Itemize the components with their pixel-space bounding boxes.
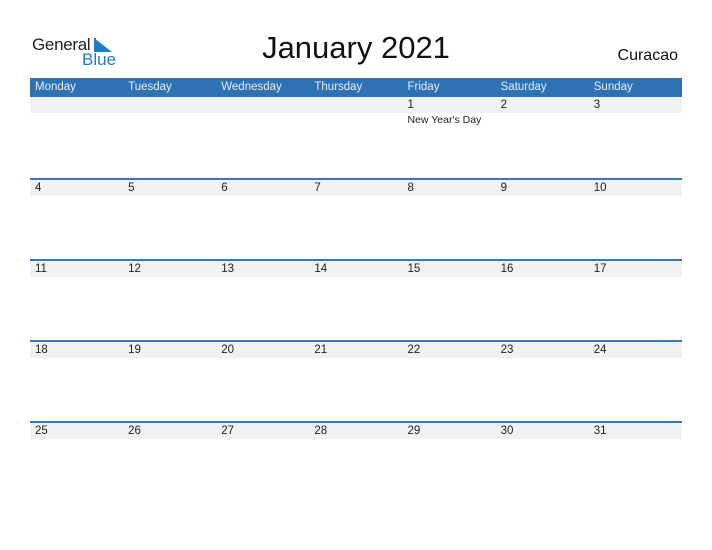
day-number: 8 (407, 182, 414, 194)
day-event (30, 113, 123, 127)
day-number: 4 (35, 182, 42, 194)
day-number: 12 (128, 263, 141, 275)
day-number: 10 (593, 182, 607, 194)
day-number: 11 (35, 263, 47, 275)
date-band: 18 19 20 21 22 23 24 (30, 342, 682, 358)
day-number: 20 (221, 344, 235, 356)
day-number: 27 (221, 425, 235, 437)
day-number: 6 (221, 182, 228, 194)
day-number: 23 (500, 344, 514, 356)
day-number: 30 (500, 425, 514, 437)
week-row: 1 2 3 New Year's Day (30, 97, 682, 178)
day-number: 16 (500, 263, 514, 275)
day-number: 24 (593, 344, 607, 356)
weekday-tuesday: Tuesday (128, 81, 172, 93)
day-number: 9 (500, 182, 508, 194)
day-number: 14 (314, 263, 328, 275)
weekday-thursday: Thursday (314, 81, 363, 93)
week-row: 4 5 6 7 8 9 10 (30, 178, 682, 259)
day-number: 22 (407, 344, 421, 356)
day-number: 29 (407, 425, 421, 437)
day-number: 5 (128, 182, 135, 194)
day-number: 17 (593, 263, 607, 275)
day-event: New Year's Day (407, 114, 482, 126)
day-number: 1 (407, 99, 414, 111)
day-number (123, 97, 216, 113)
weeks-container: 1 2 3 New Year's Day 4 5 6 7 8 9 10 11 12 13 14 15 16 17 1… (30, 97, 682, 502)
weekday-friday: Friday (407, 81, 440, 93)
day-number: 19 (128, 344, 141, 356)
weekday-saturday: Saturday (500, 81, 547, 93)
day-number: 31 (593, 425, 607, 437)
day-number: 28 (314, 425, 328, 437)
week-row: 11 12 13 14 15 16 17 (30, 259, 682, 340)
day-number: 21 (314, 344, 328, 356)
day-number: 13 (221, 263, 235, 275)
day-number: 3 (593, 99, 601, 111)
day-event (123, 113, 216, 127)
page-title: January 2021 (262, 30, 450, 65)
calendar-grid: Monday Tuesday Wednesday Thursday Friday… (30, 78, 682, 502)
date-band: 4 5 6 7 8 9 10 (30, 180, 682, 196)
date-band: 11 12 13 14 15 16 17 (30, 261, 682, 277)
day-event (496, 113, 589, 127)
day-number: 18 (35, 344, 48, 356)
day-number: 15 (407, 263, 421, 275)
date-band: 25 26 27 28 29 30 31 (30, 423, 682, 439)
week-row: 25 26 27 28 29 30 31 (30, 421, 682, 502)
day-number: 7 (314, 182, 321, 194)
weekday-sunday: Sunday (593, 81, 633, 93)
day-number: 2 (500, 99, 508, 111)
day-number: 26 (128, 425, 141, 437)
day-number (216, 97, 309, 113)
day-number: 25 (35, 425, 48, 437)
day-event (216, 113, 309, 127)
day-event (309, 113, 402, 127)
country-label: Curacao (617, 47, 678, 64)
weekday-header: Monday Tuesday Wednesday Thursday Friday… (30, 78, 682, 97)
week-row: 18 19 20 21 22 23 24 (30, 340, 682, 421)
weekday-wednesday: Wednesday (221, 81, 282, 93)
events-row: New Year's Day (30, 113, 682, 127)
weekday-monday: Monday (35, 81, 76, 93)
day-number (309, 97, 402, 113)
date-band: 1 2 3 (30, 97, 682, 113)
day-number (30, 97, 123, 113)
day-event (589, 113, 682, 127)
